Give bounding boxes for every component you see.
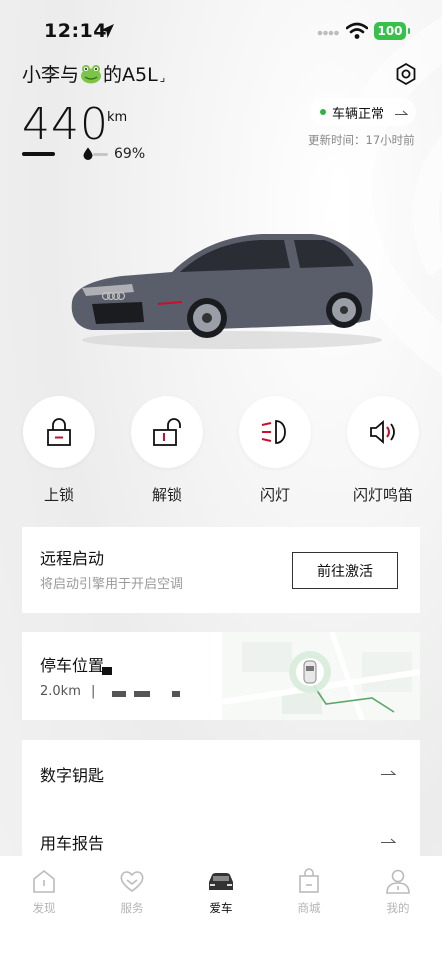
parking-title: 停车位置 [40,656,105,675]
remote-start-card: 远程启动 将启动引擎用于开启空调 前往激活 [22,527,420,613]
battery-percent: 69% [114,146,146,162]
car-name[interactable]: 小李与 的A5L ⌟ [22,60,165,87]
unlock-label: 解锁 [151,486,182,504]
redacted-address [172,691,180,697]
tab-service[interactable]: 服务 [102,868,162,916]
flash-action[interactable]: 闪灯 [235,396,315,505]
redacted-mark [102,667,112,675]
lock-label: 上锁 [43,486,74,504]
feature-list-card: 数字钥匙 用车报告 [22,740,420,860]
flash-horn-button[interactable] [347,396,419,468]
redacted-address [112,691,126,697]
tab-me[interactable]: 我的 [368,868,428,916]
battery-level-track [93,153,108,156]
parking-distance: 2.0km [40,684,81,699]
tab-discover[interactable]: 发现 [14,868,74,916]
edit-name-caret: ⌟ [159,69,166,84]
range-value: 440 [22,99,109,150]
tab-label: 商城 [297,901,321,915]
status-bar: 12:14 100 [0,18,442,48]
car-image [71,234,382,349]
tab-label: 发现 [32,901,56,915]
battery-indicator: 100 [374,22,410,40]
unlock-button[interactable] [131,396,203,468]
signal-icon [317,30,339,36]
remote-start-title: 远程启动 [40,549,105,568]
status-ok-dot [320,109,326,115]
activate-button[interactable]: 前往激活 [292,552,398,589]
car-name-suffix: 的A5L [103,64,158,86]
vehicle-status-button[interactable]: 车辆正常 [310,98,416,126]
headlight-icon [261,420,286,444]
update-time: 更新时间：17小时前 [308,133,415,147]
tab-mall[interactable]: 商城 [279,868,339,916]
usage-report-label: 用车报告 [40,834,105,853]
arrow-right-icon [381,838,396,844]
parking-separator: | [91,684,96,699]
person-icon [386,869,410,894]
remote-start-subtitle: 将启动引擎用于开启空调 [40,577,184,592]
horn-icon [370,420,395,444]
arrow-right-icon [395,110,409,116]
battery-drop-icon [83,147,93,160]
unlock-icon [153,418,181,446]
unlock-action[interactable]: 解锁 [127,396,207,505]
car-home-screen: 12:14 100 小李与 的A5L ⌟ 440 km 69% 车辆正常 更新时… [0,0,442,960]
location-arrow-icon [100,24,114,38]
lock-icon [47,418,71,446]
tab-my-car[interactable]: 爱车 [191,868,251,916]
wifi-icon [346,22,368,39]
lock-action[interactable]: 上锁 [19,396,99,505]
redacted-address [134,691,150,697]
frog-emoji-icon [81,64,102,83]
digital-key-label: 数字钥匙 [40,766,105,785]
bottom-tab-bar: 发现 服务 爱车 商城 我的 [0,856,442,960]
flash-horn-label: 闪灯鸣笛 [352,486,413,504]
list-item-digital-key[interactable]: 数字钥匙 [22,740,420,800]
flash-horn-action[interactable]: 闪灯鸣笛 [343,396,423,505]
shopping-bag-icon [299,868,319,893]
parking-map-thumbnail [222,632,420,720]
parking-location-card[interactable]: 停车位置 2.0km | [22,632,420,720]
flash-label: 闪灯 [259,486,290,504]
range-unit: km [107,110,128,125]
heart-icon [120,871,144,892]
car-name-prefix: 小李与 [22,64,80,86]
tab-label: 爱车 [209,901,233,915]
home-icon [33,869,55,893]
arrow-right-icon [381,770,396,776]
vehicle-status-label: 车辆正常 [332,106,385,122]
battery-level-bar [22,152,55,156]
tab-label: 我的 [386,901,410,915]
quick-actions: 上锁 解锁 闪灯 闪灯鸣笛 [0,396,442,516]
lock-button[interactable] [23,396,95,468]
tab-label: 服务 [120,901,144,915]
car-icon [209,873,233,890]
flash-button[interactable] [239,396,311,468]
settings-hexagon-icon[interactable] [394,62,418,86]
